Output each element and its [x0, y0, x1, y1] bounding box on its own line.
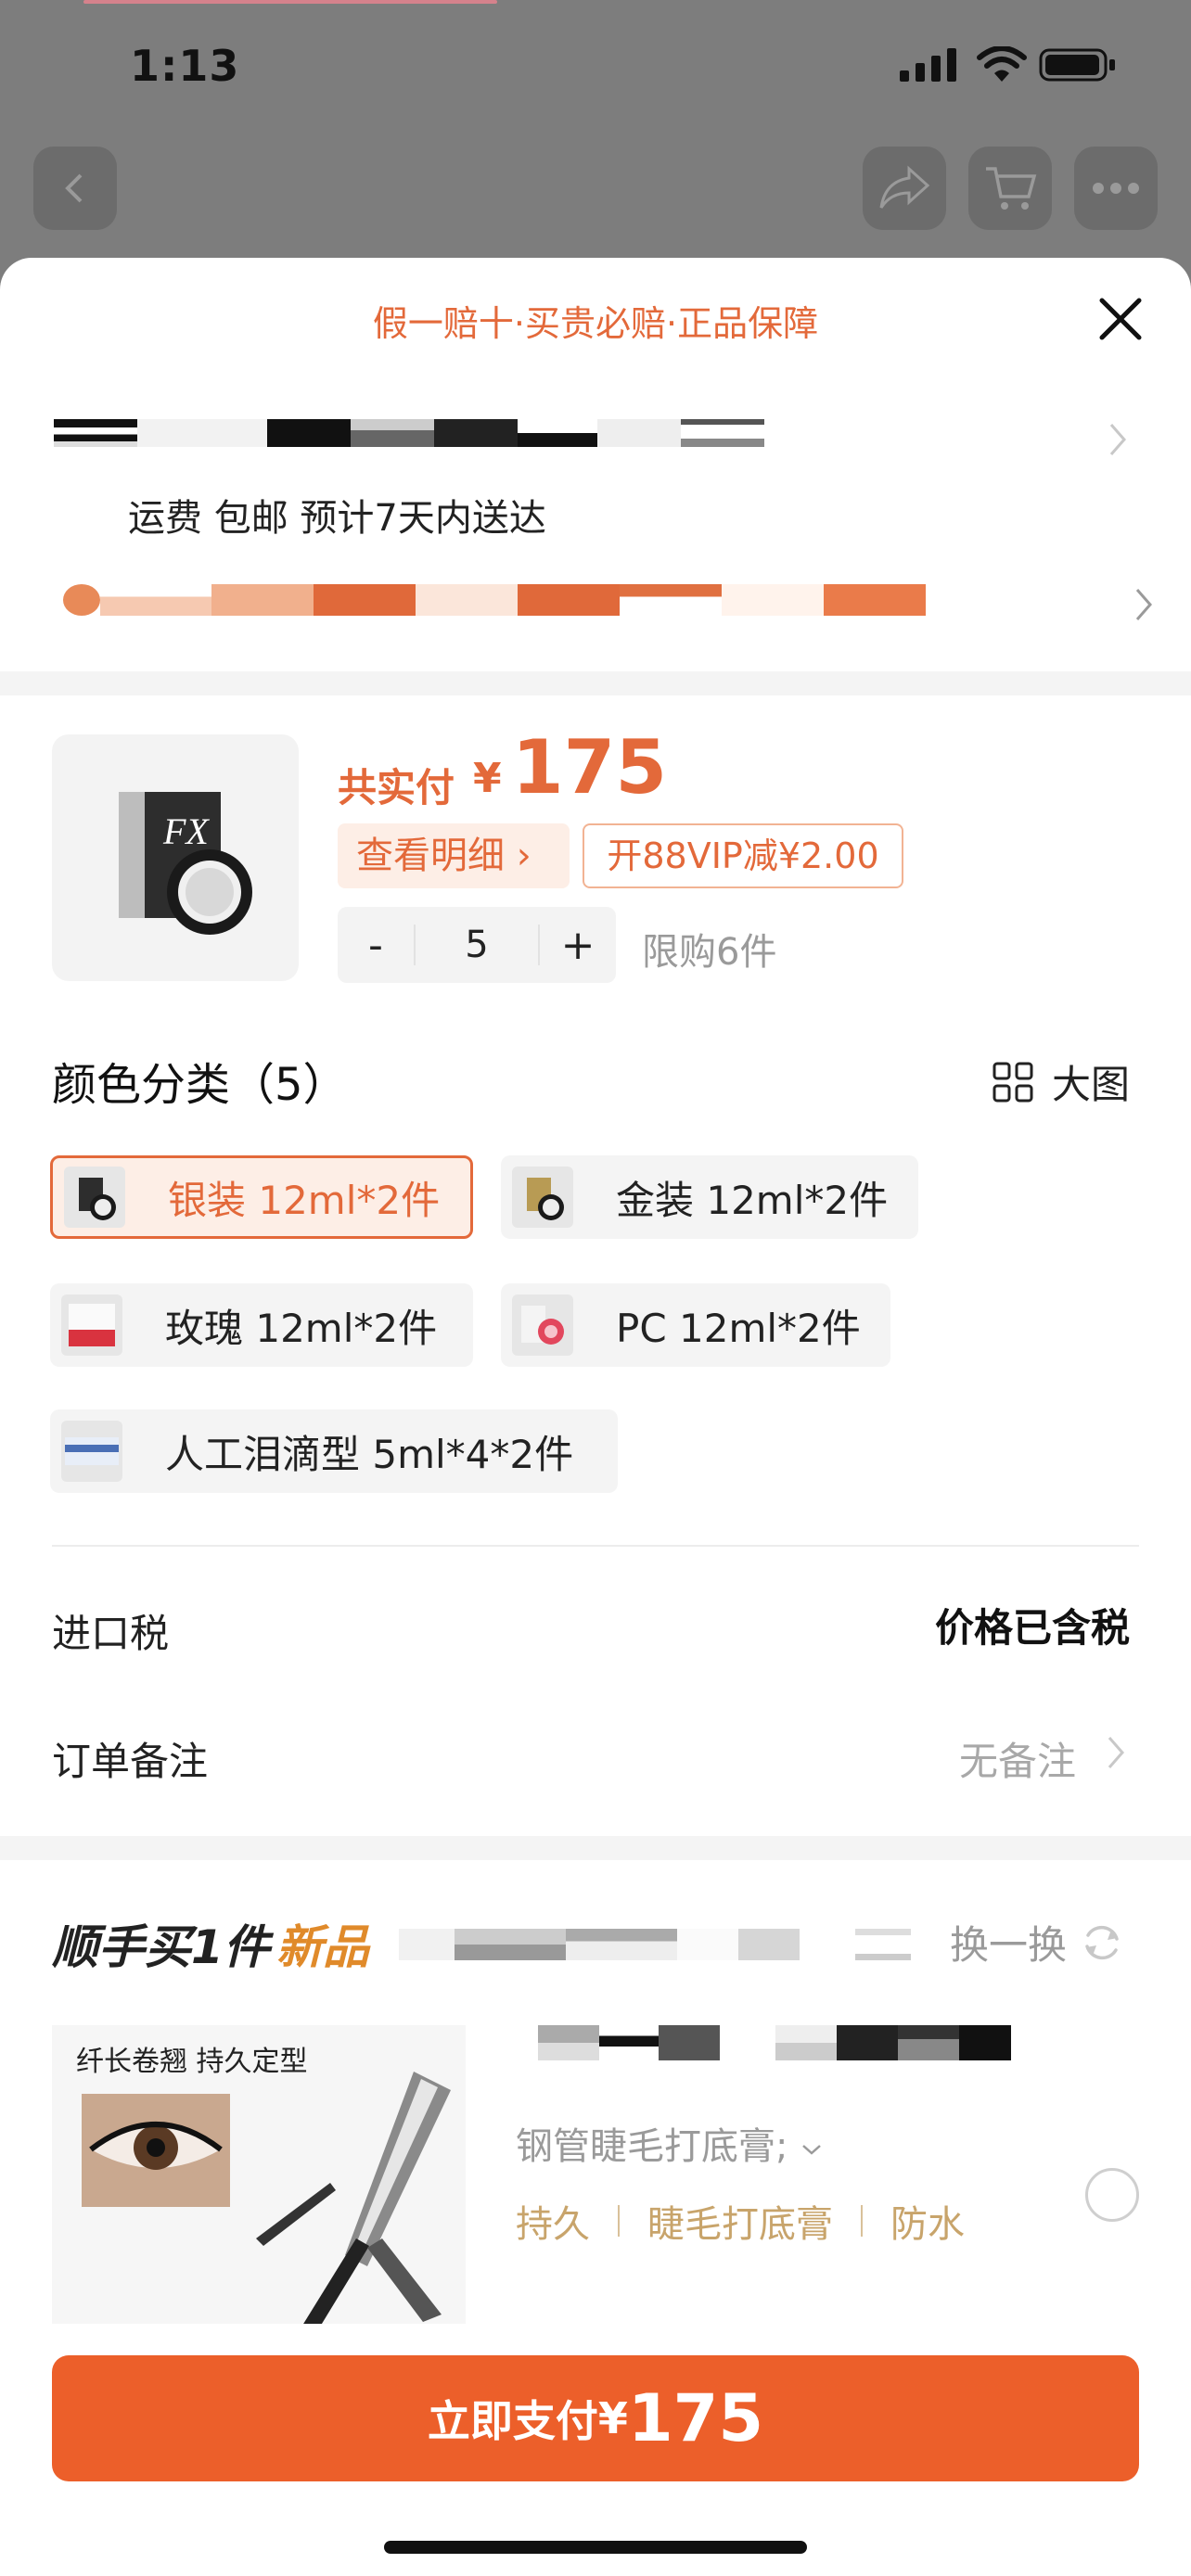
pay-amount: 175	[627, 2380, 764, 2456]
tag-divider	[861, 2205, 863, 2237]
addon-tag: 睫毛打底膏	[647, 2203, 833, 2246]
addon-tag: 防水	[890, 2203, 965, 2246]
variant-option-gold[interactable]: 金装 12ml*2件	[501, 1155, 918, 1239]
variant-section-title: 颜色分类（5）	[52, 1059, 348, 1111]
section-separator	[0, 671, 1191, 695]
quantity-stepper: - 5 +	[338, 907, 616, 983]
variant-option-silver[interactable]: 银装 12ml*2件	[50, 1155, 473, 1239]
eye-drop-box-image: FX	[119, 792, 252, 935]
addon-tags: 持久 睫毛打底膏 防水	[516, 2194, 965, 2248]
guarantee-banner: 假一赔十·买贵必赔·正品保障	[372, 303, 819, 344]
total-label: 共实付	[338, 765, 455, 810]
wifi-icon	[977, 46, 1027, 82]
mascara-image	[256, 2072, 451, 2324]
import-tax-value: 价格已含税	[935, 1605, 1131, 1651]
section-separator	[0, 1836, 1191, 1860]
redacted-addon-title	[538, 2025, 1011, 2060]
variant-label: 银装 12ml*2件	[168, 1177, 441, 1223]
increase-button[interactable]: +	[540, 922, 616, 969]
grid-icon	[992, 1062, 1033, 1102]
cart-button[interactable]	[968, 147, 1052, 230]
promo-chevron-icon[interactable]	[1130, 584, 1158, 625]
decrease-button[interactable]: -	[338, 922, 414, 969]
addon-product-image[interactable]: 纤长卷翘 持久定型	[52, 2025, 466, 2324]
variant-thumb-artificial-tears	[61, 1421, 122, 1482]
purchase-limit: 限购6件	[642, 931, 777, 974]
variant-option-artificial-tears[interactable]: 人工泪滴型 5ml*4*2件	[50, 1409, 618, 1493]
addon-select-radio[interactable]	[1085, 2168, 1139, 2222]
chevron-left-icon	[65, 173, 83, 203]
redacted-promo-row[interactable]	[63, 584, 926, 616]
big-image-toggle[interactable]: 大图	[992, 1053, 1130, 1110]
battery-icon	[1039, 48, 1115, 82]
more-icon	[1093, 183, 1139, 194]
variant-label: PC 12ml*2件	[616, 1305, 861, 1351]
share-button[interactable]	[863, 147, 946, 230]
addon-new-badge: 新品	[276, 1920, 369, 1974]
pay-currency: ¥	[597, 2393, 628, 2443]
addon-subtitle[interactable]: 钢管睫毛打底膏;	[516, 2116, 824, 2170]
variant-label: 人工泪滴型 5ml*4*2件	[165, 1431, 574, 1477]
variant-option-rose[interactable]: 玫瑰 12ml*2件	[50, 1283, 473, 1367]
variant-label: 玫瑰 12ml*2件	[165, 1305, 438, 1351]
refresh-button[interactable]: 换一换	[950, 1914, 1124, 1970]
pay-now-label: 立即支付	[427, 2396, 598, 2446]
variant-label: 金装 12ml*2件	[616, 1177, 889, 1223]
variant-thumb-silver	[64, 1167, 125, 1228]
more-button[interactable]	[1074, 147, 1158, 230]
total-price: 175	[512, 724, 667, 810]
variant-thumb-gold	[512, 1167, 573, 1228]
share-icon	[879, 165, 930, 209]
pay-now-button[interactable]: 立即支付 ¥ 175	[52, 2355, 1139, 2481]
status-time: 1:13	[130, 41, 240, 91]
close-icon[interactable]	[1095, 293, 1146, 345]
addon-title: 顺手买1件	[52, 1920, 270, 1974]
refresh-label: 换一换	[950, 1922, 1068, 1968]
order-note-label: 订单备注	[52, 1739, 209, 1784]
back-button[interactable]	[33, 147, 117, 230]
shipping-info: 运费 包邮 预计7天内送达	[128, 497, 546, 540]
purchase-sheet: 假一赔十·买贵必赔·正品保障 运费 包邮 预计7天内送达 FX 共实付 ¥ 17…	[0, 258, 1191, 2576]
redacted-addon-name	[399, 1929, 911, 1960]
address-chevron-icon[interactable]	[1104, 419, 1132, 460]
tag-divider	[618, 2205, 620, 2237]
variant-thumb-pc	[512, 1294, 573, 1356]
status-bar: 1:13	[0, 0, 1191, 230]
chevron-down-icon	[802, 2145, 822, 2155]
svg-text:FX: FX	[162, 810, 210, 852]
refresh-icon	[1085, 1925, 1119, 1959]
cart-icon	[986, 167, 1037, 210]
import-tax-label: 进口税	[52, 1611, 170, 1656]
vip-discount-button[interactable]: 开88VIP减¥2.00	[583, 823, 903, 888]
variant-option-pc[interactable]: PC 12ml*2件	[501, 1283, 890, 1367]
variant-thumb-rose	[61, 1294, 122, 1356]
signal-icon	[900, 48, 956, 82]
total-currency: ¥	[473, 755, 502, 802]
quantity-value[interactable]: 5	[414, 925, 540, 965]
divider	[52, 1545, 1139, 1547]
redacted-address	[54, 419, 764, 447]
view-details-button[interactable]: 查看明细 ›	[338, 823, 570, 888]
top-edge-strip	[83, 0, 497, 4]
product-thumbnail[interactable]: FX	[52, 734, 299, 981]
addon-tag: 持久	[516, 2203, 590, 2246]
eye-photo	[82, 2094, 230, 2207]
order-note-value[interactable]: 无备注	[959, 1730, 1076, 1787]
order-note-chevron-icon[interactable]	[1102, 1732, 1130, 1773]
big-image-label: 大图	[1052, 1062, 1131, 1107]
home-indicator	[384, 2541, 807, 2554]
